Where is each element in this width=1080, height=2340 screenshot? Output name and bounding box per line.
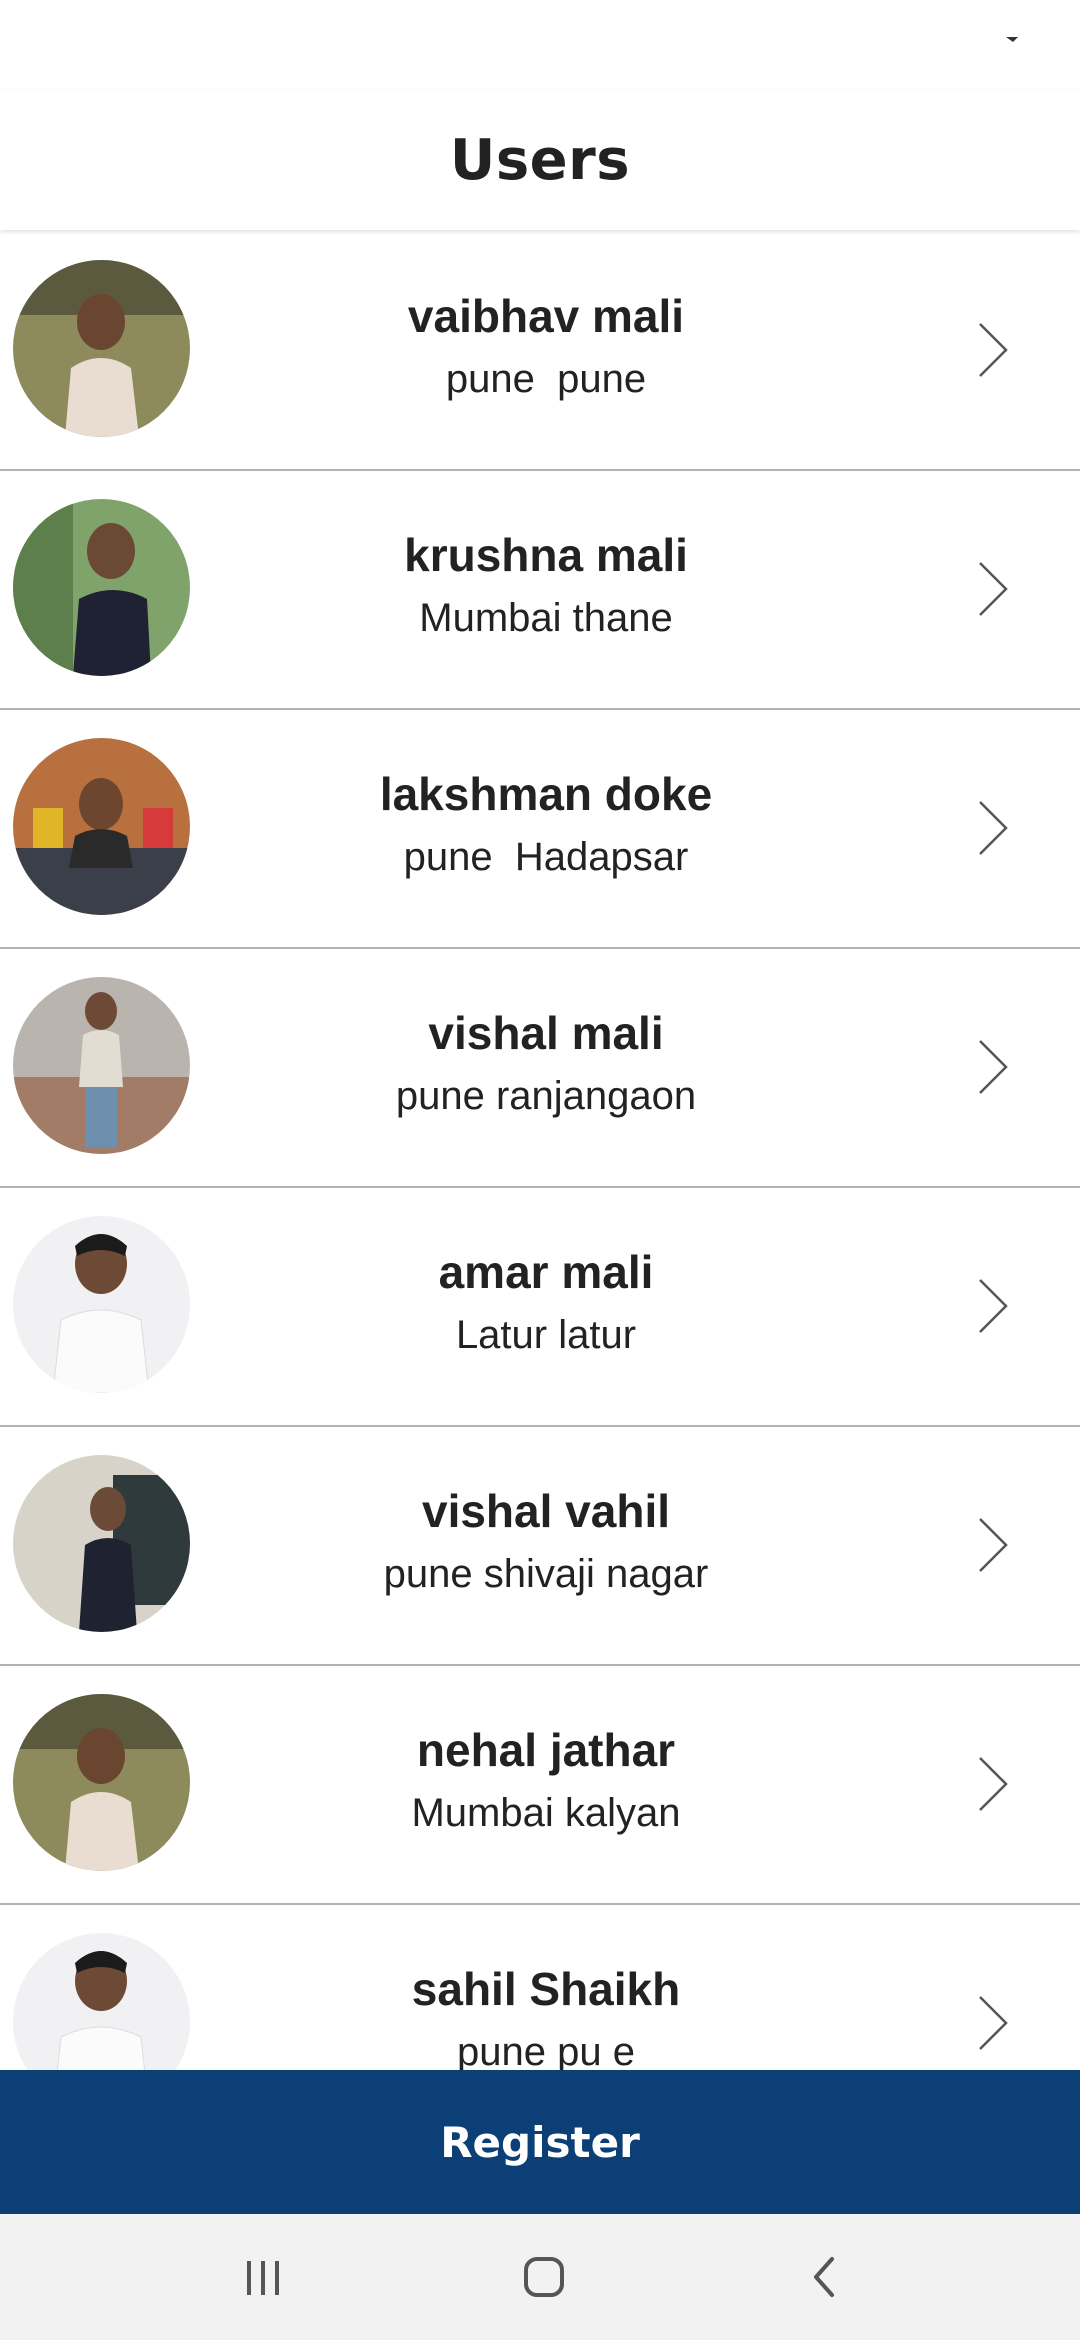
user-text: amar mali Latur latur: [200, 1244, 892, 1362]
status-bar: [0, 0, 1080, 90]
signal-icon: [1006, 37, 1018, 42]
chevron-right-icon: [979, 323, 1008, 377]
chevron-right-icon: [979, 1040, 1008, 1094]
user-name: vaibhav mali: [407, 290, 685, 342]
user-name: nehal jathar: [416, 1724, 676, 1776]
avatar: [13, 1216, 190, 1393]
user-location: Mumbai kalyan: [411, 1791, 681, 1835]
user-location: pune pu e: [457, 2030, 635, 2070]
user-text: vishal vahil pune shivaji nagar: [200, 1483, 892, 1601]
chevron-right-icon: [979, 801, 1008, 855]
user-text: lakshman doke pune Hadapsar: [200, 766, 892, 884]
chevron-right-icon: [979, 1996, 1008, 2050]
recent-apps-icon: [247, 2261, 279, 2295]
avatar: [13, 1694, 190, 1871]
chevron-right-icon: [979, 562, 1008, 616]
avatar: [13, 260, 190, 437]
user-list-item[interactable]: vishal mali pune ranjangaon: [0, 949, 1080, 1188]
user-name: vishal vahil: [421, 1485, 670, 1537]
user-list-item[interactable]: vishal vahil pune shivaji nagar: [0, 1427, 1080, 1666]
back-icon: [814, 2257, 834, 2297]
register-button[interactable]: Register: [0, 2070, 1080, 2214]
user-name: sahil Shaikh: [411, 1963, 681, 2015]
user-list-item[interactable]: sahil Shaikh pune pu e: [0, 1905, 1080, 2070]
recent-apps-button[interactable]: [163, 2214, 363, 2340]
avatar: [13, 1933, 190, 2070]
user-text: vaibhav mali pune pune: [200, 288, 892, 406]
user-location: pune shivaji nagar: [383, 1552, 709, 1596]
user-name: krushna mali: [404, 529, 688, 581]
back-button[interactable]: [724, 2214, 924, 2340]
chevron-right-icon: [979, 1757, 1008, 1811]
user-list-item[interactable]: vaibhav mali pune pune: [0, 232, 1080, 471]
user-text: sahil Shaikh pune pu e: [200, 1961, 892, 2070]
home-button[interactable]: [444, 2214, 644, 2340]
user-text: vishal mali pune ranjangaon: [200, 1005, 892, 1123]
avatar: [13, 977, 190, 1154]
user-location: pune Hadapsar: [403, 835, 689, 879]
avatar: [13, 499, 190, 676]
user-list[interactable]: vaibhav mali pune pune krushna mali Mumb…: [0, 232, 1080, 2070]
user-location: Latur latur: [455, 1313, 637, 1357]
home-icon: [524, 2257, 564, 2297]
system-nav-bar: [0, 2214, 1080, 2340]
register-label: Register: [440, 2117, 640, 2167]
user-list-item[interactable]: krushna mali Mumbai thane: [0, 471, 1080, 710]
chevron-right-icon: [979, 1279, 1008, 1333]
app-header: Users: [0, 90, 1080, 230]
avatar: [13, 1455, 190, 1632]
screen: Users vaibhav mali pune pune krushna mal…: [0, 0, 1080, 2340]
user-list-item[interactable]: lakshman doke pune Hadapsar: [0, 710, 1080, 949]
user-list-item[interactable]: nehal jathar Mumbai kalyan: [0, 1666, 1080, 1905]
user-text: nehal jathar Mumbai kalyan: [200, 1722, 892, 1840]
user-list-item[interactable]: amar mali Latur latur: [0, 1188, 1080, 1427]
user-location: Mumbai thane: [419, 596, 673, 640]
user-text: krushna mali Mumbai thane: [200, 527, 892, 645]
page-title: Users: [449, 127, 631, 193]
user-location: pune pune: [445, 357, 647, 401]
user-name: vishal mali: [428, 1007, 664, 1059]
user-name: amar mali: [438, 1246, 654, 1298]
user-location: pune ranjangaon: [395, 1074, 697, 1118]
user-name: lakshman doke: [379, 768, 713, 820]
chevron-right-icon: [979, 1518, 1008, 1572]
avatar: [13, 738, 190, 915]
